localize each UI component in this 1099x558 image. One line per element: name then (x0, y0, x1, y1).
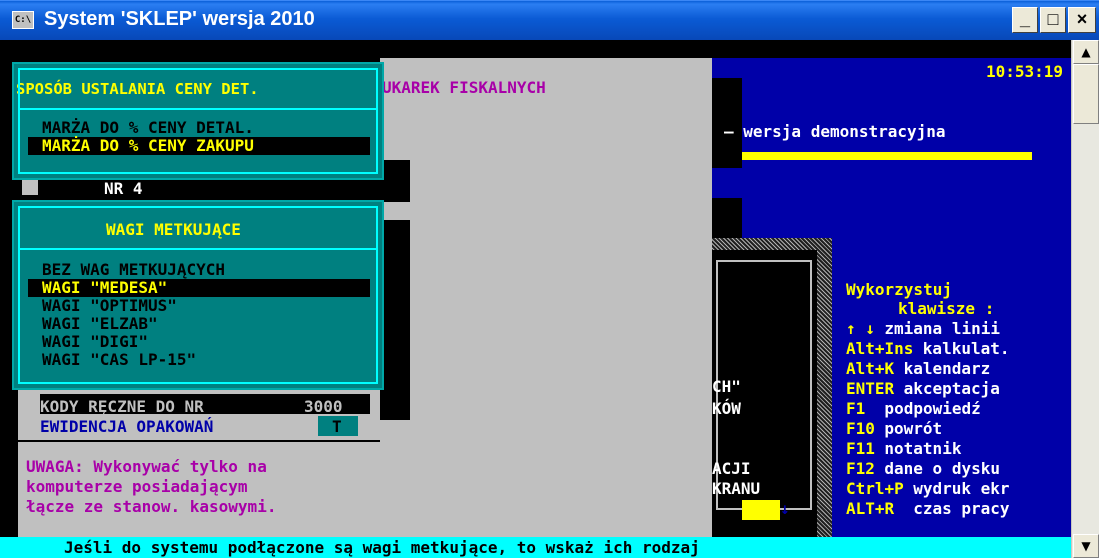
help-title-line2: klawisze : (898, 299, 995, 318)
fragment-kow: KÓW (712, 399, 741, 418)
input-cursor-field[interactable] (742, 500, 780, 520)
help-title-line1: Wykorzystuj (846, 280, 952, 299)
help-key-description: powrót (884, 419, 943, 438)
price-menu-title: SPOSÓB USTALANIA CENY DET. (16, 80, 259, 98)
selection-marker (22, 179, 38, 195)
packaging-label: EWIDENCJA OPAKOWAŃ (40, 417, 214, 436)
status-message: Jeśli do systemu podłączone są wagi metk… (64, 538, 700, 557)
maximize-button[interactable]: □ (1040, 7, 1066, 33)
scales-menu-item[interactable]: WAGI "DIGI" (42, 332, 148, 351)
fragment-ch: CH" (712, 377, 741, 396)
scales-menu-item[interactable]: WAGI "CAS LP-15" (42, 350, 196, 369)
scroll-down-button[interactable]: ▼ (1073, 534, 1099, 558)
warning-line1: UWAGA: Wykonywać tylko na (26, 457, 267, 476)
window-title: System 'SKLEP' wersja 2010 (44, 8, 315, 30)
help-key: ENTER (846, 379, 895, 398)
demo-underline (742, 152, 1032, 160)
console-app-icon[interactable]: C:\ (12, 11, 34, 29)
price-menu-item[interactable]: MARŻA DO % CENY ZAKUPU (42, 136, 254, 155)
help-key: F12 (846, 459, 875, 478)
demo-version-label: — wersja demonstracyjna (724, 122, 946, 141)
status-bar: Jeśli do systemu podłączone są wagi metk… (0, 537, 1071, 558)
minimize-button[interactable]: _ (1012, 7, 1038, 33)
manual-codes-label: KODY RĘCZNE DO NR (40, 397, 204, 416)
fragment-kranu: KRANU (712, 479, 761, 498)
background-block (380, 220, 410, 420)
help-key-description: wydruk ekr (913, 479, 1010, 498)
clock: 10:53:19 (986, 62, 1064, 81)
help-key-description: podpowiedź (874, 399, 981, 418)
help-key-description: kalkulat. (922, 339, 1010, 358)
background-block (712, 198, 742, 238)
help-key: Alt+K (846, 359, 895, 378)
window-title-bar[interactable]: C:\ System 'SKLEP' wersja 2010 _ □ × (0, 0, 1099, 40)
fragment-acji: ACJI (712, 459, 751, 478)
vertical-scrollbar[interactable]: ▲ ▼ (1071, 40, 1099, 558)
help-key: ↑ ↓ (846, 319, 875, 338)
help-key-description: kalendarz (903, 359, 991, 378)
packaging-value[interactable]: T (332, 417, 342, 436)
help-key-description: akceptacja (903, 379, 1000, 398)
menu-separator (20, 108, 376, 110)
help-key-description: dane o dysku (884, 459, 1000, 478)
help-key: F10 (846, 419, 875, 438)
warning-line3: łącze ze stanow. kasowymi. (26, 497, 277, 516)
fiscal-panel-background (380, 58, 712, 537)
help-key-description: czas pracy (903, 499, 1010, 518)
scroll-thumb[interactable] (1073, 64, 1099, 124)
fiscal-printers-header: UKAREK FISKALNYCH (382, 78, 546, 97)
price-method-menu: SPOSÓB USTALANIA CENY DET. MARŻA DO % CE… (12, 62, 384, 180)
scales-menu-item[interactable]: WAGI "ELZAB" (42, 314, 158, 333)
close-button[interactable]: × (1068, 7, 1096, 33)
scales-menu-title: WAGI METKUJĄCE (106, 220, 241, 239)
scales-menu-item[interactable]: WAGI "OPTIMUS" (42, 296, 177, 315)
help-key: F1 (846, 399, 866, 418)
arrow-down-icon: ↓ (780, 499, 790, 518)
help-key: ALT+R (846, 499, 895, 518)
help-key-description: notatnik (884, 439, 962, 458)
weighing-scales-menu: WAGI METKUJĄCE BEZ WAG METKUJĄCYCH WAGI "… (12, 200, 384, 390)
warning-line2: komputerze posiadającym (26, 477, 248, 496)
scales-menu-item[interactable]: WAGI "MEDESA" (42, 278, 167, 297)
help-key-description: zmiana linii (884, 319, 1000, 338)
menu-separator (20, 248, 376, 250)
console-screen[interactable]: UKAREK FISKALNYCH CH" KÓW ACJI KRANU ↓ —… (0, 40, 1071, 558)
help-key: Ctrl+P (846, 479, 904, 498)
manual-codes-value[interactable]: 3000 (304, 397, 343, 416)
help-key: F11 (846, 439, 875, 458)
scales-menu-item[interactable]: BEZ WAG METKUJĄCYCH (42, 260, 225, 279)
scroll-up-button[interactable]: ▲ (1073, 40, 1099, 64)
price-menu-item[interactable]: MARŻA DO % CENY DETAL. (42, 118, 254, 137)
warning-divider (18, 440, 380, 442)
nr4-label: NR 4 (104, 179, 143, 198)
help-key: Alt+Ins (846, 339, 914, 358)
